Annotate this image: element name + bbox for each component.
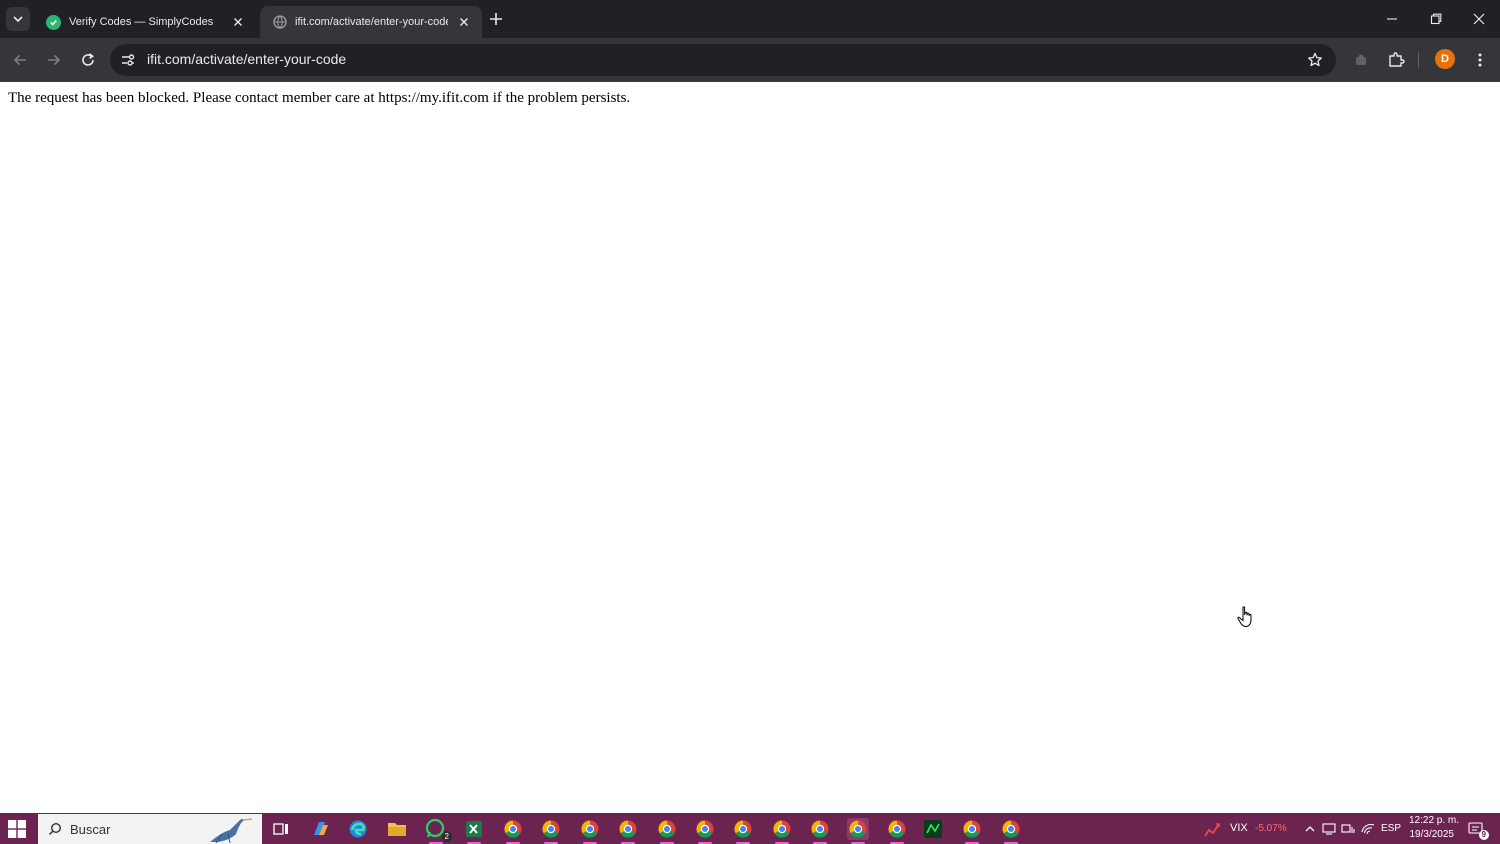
tab-title: Verify Codes — SimplyCodes	[69, 16, 214, 28]
extension-button[interactable]	[1349, 48, 1373, 72]
clock-date[interactable]: 19/3/2025	[1409, 829, 1455, 840]
network-icon[interactable]	[1341, 822, 1355, 836]
chrome-profile-p-icon[interactable]	[502, 818, 524, 844]
whatsapp-icon[interactable]: 2	[425, 818, 452, 844]
tab-search-button[interactable]	[6, 7, 30, 31]
bookmark-star-icon[interactable]	[1306, 51, 1324, 69]
notification-badge: 9	[1478, 830, 1489, 840]
copilot-icon[interactable]	[309, 818, 331, 840]
address-bar[interactable]: ifit.com/activate/enter-your-code	[110, 44, 1336, 76]
notifications-icon[interactable]: 9	[1467, 821, 1489, 840]
reload-icon	[82, 53, 94, 66]
reload-button[interactable]	[76, 48, 100, 72]
chrome-profile-d-icon[interactable]	[847, 818, 869, 844]
toolbar-divider	[1418, 52, 1419, 68]
search-icon	[48, 822, 62, 836]
heron-decoration-icon	[210, 818, 253, 844]
forward-button[interactable]	[42, 48, 66, 72]
tab-ifit[interactable]: ifit.com/activate/enter-your-code	[260, 6, 482, 38]
browser-toolbar: ifit.com/activate/enter-your-code D	[0, 38, 1500, 82]
extension-puzzle-icon	[1356, 54, 1366, 65]
wifi-icon[interactable]	[1361, 822, 1375, 836]
file-explorer-icon[interactable]	[386, 818, 408, 840]
chrome-profile-o-icon[interactable]	[694, 818, 716, 844]
taskbar-search-input[interactable]: Buscar	[38, 814, 262, 844]
minimize-button[interactable]	[1377, 6, 1407, 32]
close-icon	[1473, 13, 1485, 25]
search-placeholder: Buscar	[70, 821, 111, 837]
arrow-right-icon	[48, 54, 61, 66]
chrome-profile-y-icon[interactable]	[886, 818, 908, 844]
windows-taskbar: Buscar 2 VIX -5.07% ESP 12:22 p. m. 19/3…	[0, 813, 1500, 844]
edge-icon[interactable]	[347, 818, 369, 840]
chrome-profile-a-icon[interactable]	[540, 818, 562, 844]
chevron-up-icon[interactable]	[1303, 822, 1317, 836]
extensions-menu-button[interactable]	[1384, 48, 1408, 72]
stock-change: -5.07%	[1255, 823, 1287, 834]
close-window-button[interactable]	[1464, 6, 1494, 32]
chevron-down-icon	[13, 16, 23, 23]
browser-menu-button[interactable]	[1468, 48, 1492, 72]
minimize-icon	[1387, 18, 1397, 20]
hand-pointer-cursor-icon	[1237, 606, 1252, 628]
address-bar-url: ifit.com/activate/enter-your-code	[147, 51, 347, 67]
tab-title: ifit.com/activate/enter-your-code	[295, 16, 448, 28]
restore-button[interactable]	[1421, 6, 1451, 32]
stock-chart-icon[interactable]	[1204, 821, 1222, 837]
puzzle-icon	[1389, 52, 1405, 67]
chrome-profile-v-icon[interactable]	[732, 818, 754, 844]
language-indicator[interactable]: ESP	[1381, 823, 1401, 834]
chrome-profile-i-icon[interactable]	[1000, 818, 1022, 844]
tab-strip: Verify Codes — SimplyCodes ifit.com/acti…	[0, 0, 1500, 38]
excel-icon[interactable]	[463, 818, 485, 844]
clock-time[interactable]: 12:22 p. m.	[1409, 815, 1459, 826]
new-tab-button[interactable]	[486, 9, 506, 29]
tab-simplycodes[interactable]: Verify Codes — SimplyCodes	[34, 6, 256, 38]
terminal-app-icon[interactable]	[922, 818, 944, 840]
profile-avatar[interactable]: D	[1435, 49, 1455, 69]
close-icon[interactable]	[230, 14, 246, 30]
stock-ticker[interactable]: VIX	[1230, 822, 1248, 834]
chrome-profile-a2-icon[interactable]	[579, 818, 601, 844]
chrome-profile-b-icon[interactable]	[617, 818, 639, 844]
restore-icon	[1430, 13, 1442, 25]
plus-icon	[490, 13, 502, 25]
display-icon[interactable]	[1322, 822, 1336, 836]
chrome-profile-s-icon[interactable]	[771, 818, 793, 844]
blocked-message: The request has been blocked. Please con…	[8, 90, 631, 106]
chrome-profile-p2-icon[interactable]	[809, 818, 831, 844]
page-content: The request has been blocked. Please con…	[0, 82, 1500, 813]
close-icon[interactable]	[456, 14, 472, 30]
windows-start-icon[interactable]	[8, 820, 26, 838]
chrome-profile-f-icon[interactable]	[656, 818, 678, 844]
whatsapp-badge: 2	[441, 831, 452, 842]
chrome-profile-g-icon[interactable]	[961, 818, 983, 844]
globe-icon	[272, 15, 287, 30]
task-view-icon[interactable]	[270, 818, 292, 840]
arrow-left-icon	[13, 54, 26, 66]
simplycodes-favicon-icon	[46, 14, 61, 30]
site-info-icon[interactable]	[119, 51, 137, 69]
kebab-menu-icon	[1478, 53, 1482, 67]
back-button[interactable]	[8, 48, 32, 72]
